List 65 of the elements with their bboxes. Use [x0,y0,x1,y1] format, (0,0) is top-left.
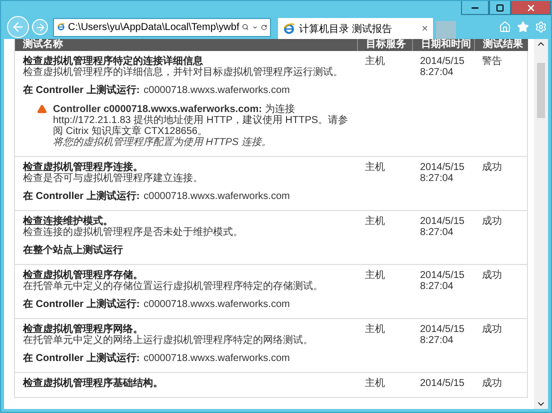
test-date: 2014/5/15 [420,270,464,281]
run-label: 在 Controller 上测试运行: [23,85,140,96]
close-icon [526,2,536,12]
test-description: 在托管单元中定义的网络上运行虚拟机管理程序特定的网络测试。 [23,335,313,346]
target-service: 主机 [365,162,385,173]
test-time: 8:27:04 [420,67,454,78]
test-time: 8:27:04 [420,227,454,238]
warning-advice: 将您的虚拟机管理程序配置为使用 HTTPS 连接。 [53,137,272,148]
host-name: c0000718.wwxs.waferworks.com [144,85,290,96]
run-label: 在 Controller 上测试运行: [23,299,140,310]
test-time: 8:27:04 [420,173,454,184]
search-icon[interactable] [242,22,249,32]
test-description: 在托管单元中定义的存储位置运行虚拟机管理程序特定的存储测试。 [23,281,323,292]
test-time: 8:27:04 [420,281,454,292]
test-description: 检查是否可与虚拟机管理程序建立连接。 [23,173,203,184]
test-date: 2014/5/15 [420,56,464,67]
target-service: 主机 [365,216,385,227]
test-title: 检查虚拟机管理程序连接。 [23,162,143,173]
back-button[interactable] [7,16,29,38]
run-label: 在整个站点上测试运行 [23,245,123,256]
test-result: 成功 [482,162,502,173]
forward-arrow-icon [34,22,46,32]
close-button[interactable] [511,1,551,15]
test-title: 检查连接维护模式。 [23,216,113,227]
test-result: 成功 [482,324,502,335]
refresh-icon[interactable] [260,22,267,32]
target-service: 主机 [365,324,385,335]
test-date: 2014/5/15 [420,378,464,389]
test-time: 8:27:04 [420,335,454,346]
test-date: 2014/5/15 [420,324,464,335]
test-description: 检查虚拟机管理程序的详细信息，并针对目标虚拟机管理程序运行测试。 [23,67,343,78]
forward-button[interactable] [32,19,48,35]
test-date: 2014/5/15 [420,162,464,173]
run-label: 在 Controller 上测试运行: [23,191,140,202]
test-title: 检查虚拟机管理程序网络。 [23,324,143,335]
test-title: 检查虚拟机管理程序存储。 [23,270,143,281]
target-service: 主机 [365,378,385,389]
test-result: 成功 [482,270,502,281]
host-name: c0000718.wwxs.waferworks.com [144,353,290,364]
star-icon[interactable] [517,21,529,33]
test-date: 2014/5/15 [420,216,464,227]
test-title: 检查虚拟机管理程序基础结构。 [23,378,163,389]
target-service: 主机 [365,270,385,281]
home-icon[interactable] [499,21,511,33]
tab-close[interactable]: × [422,22,428,34]
test-result: 警告 [482,56,502,67]
test-result: 成功 [482,216,502,227]
browser-logo-icon [283,22,295,34]
warning-message: Controller c0000718.wwxs.waferworks.com: 为连接 http://172.21.1.83 提供的地址使用 HTTP，建议使用 HTTPS。请参阅 Citrix 知识库文章 CTX128656。 [53,104,350,137]
test-description: 检查连接的虚拟机管理程序是否未处于维护模式。 [23,227,243,238]
host-name: c0000718.wwxs.waferworks.com [144,191,290,202]
browser-logo-icon [57,21,66,33]
test-title: 检查虚拟机管理程序特定的连接详细信息 [23,56,203,67]
target-service: 主机 [365,56,385,67]
settings-icon[interactable] [535,21,547,33]
address-bar[interactable]: C:\Users\yu\AppData\Local\Temp\ywbf [53,18,271,36]
scrollbar-thumb[interactable] [537,63,545,118]
browser-tab[interactable]: 计算机目录 测试报告 × [278,18,433,40]
column-header: 目标服务 [357,39,412,51]
host-name: c0000718.wwxs.waferworks.com [144,299,290,310]
test-result: 成功 [482,378,502,389]
maximize-button[interactable] [489,1,511,15]
run-label: 在 Controller 上测试运行: [23,353,140,364]
maximize-icon [496,4,504,12]
warning-icon [37,104,47,114]
